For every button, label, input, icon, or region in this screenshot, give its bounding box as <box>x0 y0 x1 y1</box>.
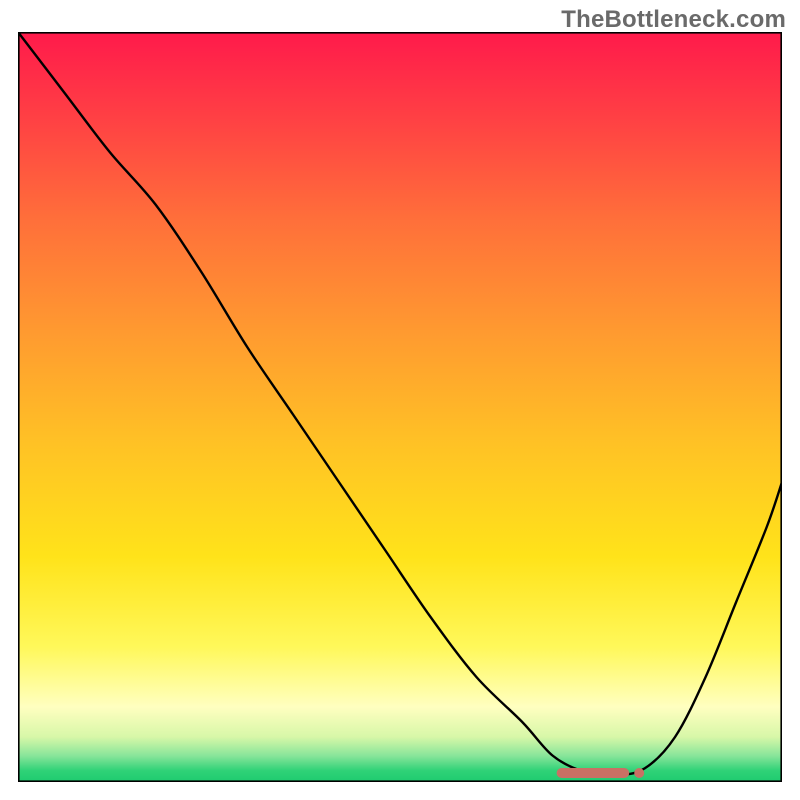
gradient-background <box>18 32 782 782</box>
chart-frame: TheBottleneck.com <box>0 0 800 800</box>
plot-area <box>18 32 782 782</box>
watermark-text: TheBottleneck.com <box>561 6 786 34</box>
chart-svg <box>18 32 782 782</box>
